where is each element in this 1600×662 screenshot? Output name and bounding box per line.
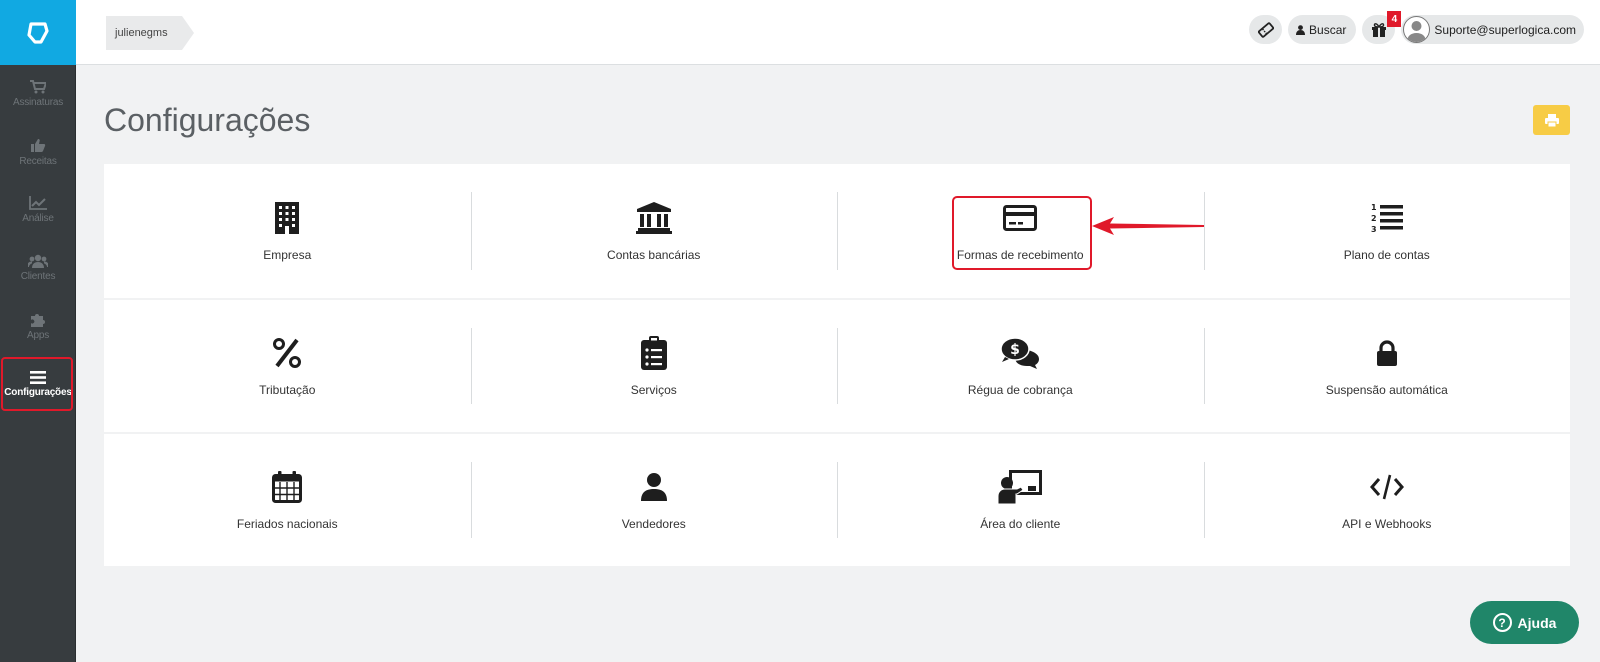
numbered-list-icon: 1 2 3	[1371, 203, 1403, 234]
sidebar-item-label: Assinaturas	[12, 97, 64, 108]
help-button[interactable]: ? Ajuda	[1470, 601, 1579, 644]
top-actions: Buscar 4 Suporte@superlogica.com	[1249, 11, 1584, 44]
page-title: Configurações	[104, 102, 311, 138]
search-label: Buscar	[1309, 22, 1347, 37]
gift-icon	[1371, 23, 1386, 37]
cart-icon	[30, 80, 46, 94]
credit-card-icon	[1003, 205, 1038, 231]
user-icon	[640, 473, 667, 501]
settings-row: Empresa Contas bancárias Formas de receb…	[104, 164, 1570, 298]
sidebar-item-label: Análise	[22, 213, 54, 224]
tile-tributacao[interactable]: Tributação	[104, 300, 471, 432]
percent-icon	[273, 338, 302, 368]
tile-label: Área do cliente	[980, 517, 1061, 531]
settings-row: Tributação Serviços $ Régua de cobrança …	[104, 298, 1570, 432]
sidebar-item-configuracoes[interactable]: Configurações	[0, 355, 76, 413]
tile-regua-de-cobranca[interactable]: $ Régua de cobrança	[837, 300, 1204, 432]
users-icon	[28, 254, 48, 268]
svg-text:2: 2	[1371, 214, 1377, 223]
tile-servicos[interactable]: Serviços	[470, 300, 838, 432]
puzzle-icon	[31, 313, 45, 327]
svg-text:1: 1	[1371, 203, 1377, 212]
top-bar: julienegms Buscar 4 Suporte@superlogica.…	[76, 0, 1600, 65]
sidebar: Assinaturas Receitas Análise Clientes Ap…	[0, 0, 76, 662]
avatar-icon	[1407, 21, 1427, 42]
print-button[interactable]	[1533, 105, 1570, 135]
tile-label: Régua de cobrança	[967, 383, 1073, 397]
tile-label: Contas bancárias	[607, 248, 701, 262]
tile-label: Serviços	[630, 383, 677, 397]
tile-label: API e Webhooks	[1342, 517, 1432, 531]
user-icon	[1296, 24, 1306, 35]
building-icon	[275, 202, 300, 234]
sidebar-item-apps[interactable]: Apps	[0, 297, 76, 355]
logo-icon	[27, 21, 49, 44]
sidebar-item-label: Apps	[27, 329, 49, 341]
tile-plano-de-contas[interactable]: 1 2 3 Plano de contas	[1203, 164, 1571, 298]
user-email: Suporte@superlogica.com	[1434, 22, 1576, 37]
chart-line-icon	[29, 196, 47, 210]
svg-text:$: $	[1010, 342, 1020, 358]
ticket-icon	[1257, 21, 1274, 38]
sidebar-item-clientes[interactable]: Clientes	[0, 239, 76, 297]
settings-grid: Empresa Contas bancárias Formas de receb…	[104, 164, 1570, 566]
tile-label: Empresa	[263, 248, 312, 262]
tile-contas-bancarias[interactable]: Contas bancárias	[470, 164, 838, 298]
tile-label: Suspensão automática	[1325, 383, 1448, 397]
breadcrumb[interactable]: julienegms	[106, 16, 194, 50]
sidebar-item-analise[interactable]: Análise	[0, 181, 76, 239]
print-icon	[1544, 113, 1559, 127]
clipboard-list-icon	[640, 336, 667, 370]
search-button[interactable]: Buscar	[1288, 15, 1357, 44]
tile-area-do-cliente[interactable]: Área do cliente	[837, 434, 1204, 566]
tile-formas-de-recebimento[interactable]: Formas de recebimento	[837, 164, 1204, 298]
sidebar-item-assinaturas[interactable]: Assinaturas	[0, 65, 76, 123]
tile-api-e-webhooks[interactable]: API e Webhooks	[1203, 434, 1571, 566]
menu-icon	[30, 370, 46, 384]
code-icon	[1369, 474, 1404, 500]
svg-text:3: 3	[1371, 225, 1377, 234]
tile-suspensao-automatica[interactable]: Suspensão automática	[1203, 300, 1571, 432]
sidebar-item-label: Clientes	[20, 271, 56, 282]
presentation-icon	[998, 470, 1043, 504]
help-label: Ajuda	[1517, 614, 1557, 631]
sidebar-item-label: Receitas	[19, 155, 57, 167]
tile-empresa[interactable]: Empresa	[104, 164, 471, 298]
avatar	[1403, 16, 1431, 43]
tile-label: Plano de contas	[1343, 248, 1430, 262]
tile-label: Tributação	[259, 383, 316, 397]
help-icon: ?	[1492, 613, 1512, 632]
tile-label: Vendedores	[621, 517, 686, 531]
tile-label: Feriados nacionais	[236, 517, 338, 531]
settings-row: Feriados nacionais Vendedores Área do cl…	[104, 432, 1570, 566]
thumbs-up-icon	[31, 138, 46, 152]
user-menu[interactable]: Suporte@superlogica.com	[1401, 15, 1584, 44]
logo[interactable]	[0, 0, 76, 65]
tile-vendedores[interactable]: Vendedores	[470, 434, 838, 566]
breadcrumb-label: julienegms	[115, 27, 168, 39]
sidebar-item-receitas[interactable]: Receitas	[0, 123, 76, 181]
sidebar-item-label: Configurações	[4, 386, 72, 398]
tile-label: Formas de recebimento	[956, 248, 1084, 262]
notification-badge: 4	[1387, 11, 1402, 27]
lock-icon	[1376, 340, 1397, 366]
tile-feriados-nacionais[interactable]: Feriados nacionais	[104, 434, 471, 566]
chat-dollar-icon: $	[1000, 337, 1040, 369]
ticket-button[interactable]	[1249, 15, 1283, 44]
calendar-icon	[272, 471, 303, 503]
gift-button[interactable]: 4	[1362, 11, 1402, 44]
bank-icon	[635, 202, 672, 234]
